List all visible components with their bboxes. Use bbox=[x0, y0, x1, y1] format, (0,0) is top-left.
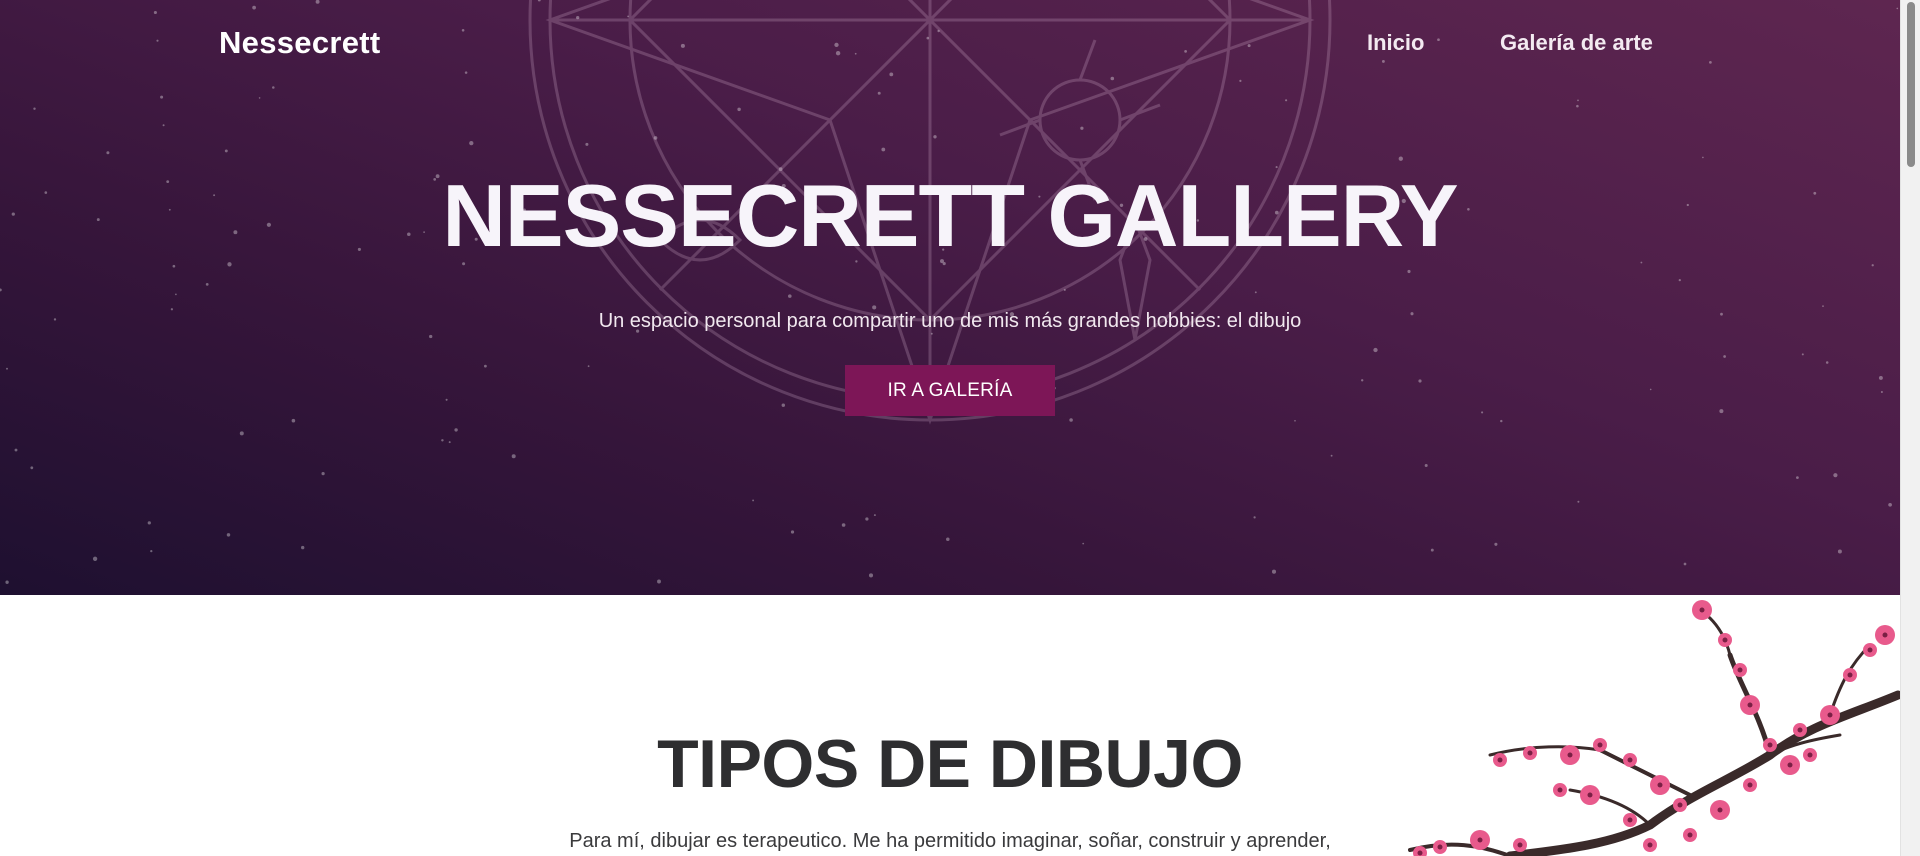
star-dot bbox=[258, 97, 261, 99]
blossom-center bbox=[1699, 607, 1705, 613]
star-dot bbox=[1494, 542, 1498, 546]
nav-link-galeria[interactable]: Galería de arte bbox=[1500, 30, 1653, 56]
star-dot bbox=[1253, 516, 1256, 519]
star-dot bbox=[6, 367, 8, 370]
blossom-center bbox=[1827, 712, 1833, 718]
star-dot bbox=[1822, 305, 1824, 307]
blossom-center bbox=[1677, 802, 1683, 808]
star-dot bbox=[162, 124, 165, 127]
star-dot bbox=[160, 95, 164, 99]
star-dot bbox=[946, 537, 950, 542]
star-dot bbox=[1418, 379, 1422, 383]
scrollbar-thumb[interactable] bbox=[1907, 2, 1915, 167]
star-dot bbox=[511, 454, 516, 459]
star-dot bbox=[1878, 375, 1883, 380]
star-dot bbox=[790, 530, 795, 534]
top-navbar: Nessecrett Inicio Galería de arte bbox=[0, 0, 1900, 88]
star-dot bbox=[1407, 269, 1411, 274]
star-dot bbox=[752, 499, 755, 502]
star-dot bbox=[1683, 562, 1687, 566]
star-dot bbox=[1888, 502, 1892, 507]
star-dot bbox=[226, 533, 231, 537]
star-dot bbox=[1723, 355, 1726, 358]
star-dot bbox=[106, 151, 110, 155]
star-dot bbox=[33, 107, 36, 110]
star-dot bbox=[865, 517, 869, 521]
section-title: TIPOS DE DIBUJO bbox=[657, 726, 1243, 802]
star-dot bbox=[454, 428, 458, 432]
star-dot bbox=[321, 472, 325, 476]
star-dot bbox=[873, 514, 876, 517]
star-dot bbox=[1833, 473, 1838, 478]
star-dot bbox=[301, 545, 305, 550]
blossom-center bbox=[1882, 632, 1888, 638]
star-dot bbox=[14, 448, 18, 452]
hero-banner: Nessecrett Inicio Galería de arte NESSEC… bbox=[0, 0, 1900, 595]
star-dot bbox=[1678, 278, 1681, 282]
star-dot bbox=[1430, 548, 1434, 552]
star-dot bbox=[657, 579, 661, 584]
star-dot bbox=[147, 521, 151, 525]
blossom-center bbox=[1717, 807, 1723, 813]
star-dot bbox=[1500, 419, 1503, 423]
star-dot bbox=[1424, 464, 1428, 467]
star-dot bbox=[150, 549, 153, 553]
star-dot bbox=[1361, 379, 1364, 382]
star-dot bbox=[1271, 569, 1277, 574]
star-dot bbox=[1373, 347, 1378, 353]
star-dot bbox=[841, 523, 846, 527]
star-dot bbox=[1649, 388, 1652, 391]
star-dot bbox=[1398, 156, 1403, 161]
star-dot bbox=[92, 556, 98, 561]
hero-subtitle: Un espacio personal para compartir uno d… bbox=[598, 310, 1302, 332]
star-dot bbox=[1481, 411, 1484, 414]
star-dot bbox=[291, 418, 296, 423]
blossom-center bbox=[1747, 702, 1753, 708]
star-dot bbox=[445, 398, 448, 401]
star-dot bbox=[30, 466, 34, 470]
star-dot bbox=[1825, 361, 1829, 364]
star-dot bbox=[1796, 476, 1799, 479]
star-dot bbox=[175, 293, 177, 296]
star-dot bbox=[1880, 390, 1883, 394]
star-dot bbox=[1577, 500, 1580, 503]
star-dot bbox=[1801, 353, 1804, 356]
star-dot bbox=[484, 364, 487, 368]
page-scrollbar[interactable] bbox=[1900, 0, 1920, 856]
blossom-center bbox=[1722, 637, 1728, 643]
star-dot bbox=[239, 431, 244, 436]
hero-title: NESSECRETT GALLERY bbox=[442, 166, 1458, 265]
blossom-center bbox=[1627, 817, 1633, 823]
star-dot bbox=[5, 580, 9, 584]
drawing-types-section: TIPOS DE DIBUJO Para mí, dibujar es tera… bbox=[0, 595, 1900, 856]
star-dot bbox=[1082, 542, 1085, 545]
blossom-center bbox=[1847, 672, 1853, 678]
star-dot bbox=[868, 573, 874, 578]
go-to-gallery-button[interactable]: IR A GALERÍA bbox=[845, 365, 1055, 416]
nav-link-inicio[interactable]: Inicio bbox=[1367, 30, 1424, 56]
star-dot bbox=[1577, 99, 1579, 102]
section-intro-text: Para mí, dibujar es terapeutico. Me ha p… bbox=[569, 830, 1331, 852]
star-dot bbox=[429, 334, 433, 339]
star-dot bbox=[469, 140, 474, 146]
star-dot bbox=[205, 283, 209, 286]
star-dot bbox=[224, 149, 228, 153]
brand-logo[interactable]: Nessecrett bbox=[219, 25, 381, 61]
blossom-center bbox=[1867, 647, 1873, 653]
star-dot bbox=[1702, 156, 1704, 159]
star-dot bbox=[0, 288, 2, 292]
star-dot bbox=[441, 439, 444, 442]
star-dot bbox=[1576, 104, 1579, 108]
star-dot bbox=[1837, 549, 1842, 554]
blossom-center bbox=[1737, 667, 1743, 673]
star-dot bbox=[1719, 409, 1724, 414]
star-dot bbox=[448, 441, 451, 444]
